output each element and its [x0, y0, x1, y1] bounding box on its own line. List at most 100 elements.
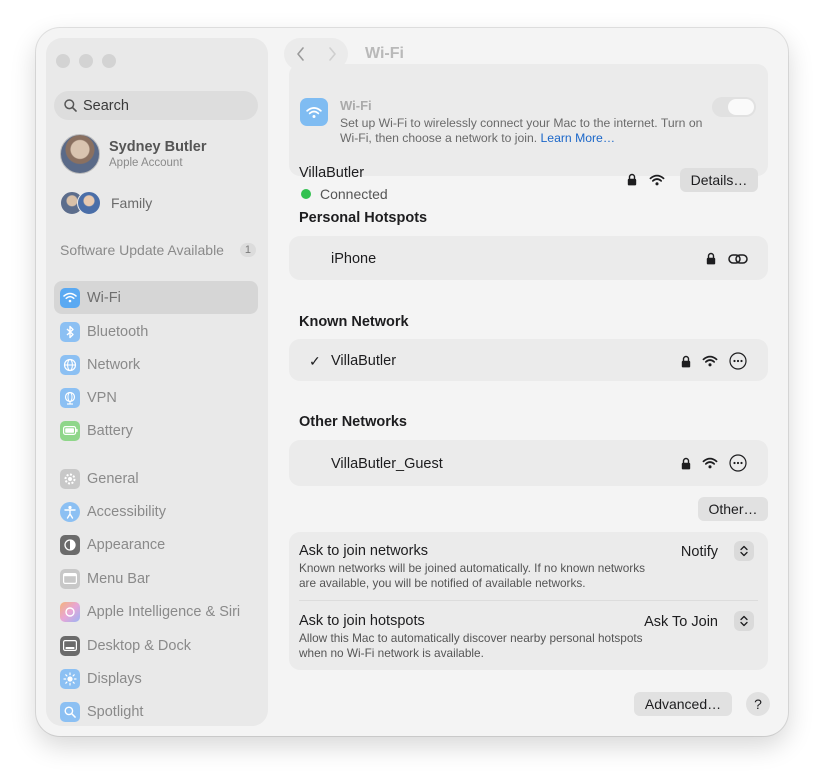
sidebar-item-network[interactable]: Network: [54, 348, 258, 381]
other-networks-title: Other Networks: [299, 414, 407, 430]
sidebar-item-label: Appearance: [87, 536, 166, 553]
sidebar-item-accessibility[interactable]: Accessibility: [54, 495, 258, 528]
vpn-globe-icon: [60, 387, 80, 408]
siri-icon: [60, 601, 80, 622]
sidebar-item-label: Wi-Fi: [87, 289, 121, 306]
back-chevron-icon[interactable]: [296, 47, 305, 61]
known-network-title: Known Network: [299, 314, 409, 330]
sidebar-item-general[interactable]: General: [54, 462, 258, 495]
gear-icon: [60, 468, 80, 489]
up-down-chevron-icon: [740, 545, 748, 557]
settings-window: Search Sydney Butler Apple Account Famil…: [36, 28, 788, 736]
wifi-signal-icon: [649, 174, 665, 185]
wifi-heading: Wi-Fi: [340, 98, 372, 113]
personal-hotspots-title: Personal Hotspots: [299, 210, 428, 226]
ask-join-networks-value[interactable]: Notify: [681, 544, 718, 560]
other-network-button[interactable]: Other…: [698, 497, 768, 521]
known-network-name: VillaButler: [331, 353, 397, 369]
software-update-badge: 1: [239, 243, 256, 257]
sidebar-item-label: Battery: [87, 422, 133, 439]
sidebar-item-label: Network: [87, 356, 141, 373]
sidebar-item-menu-bar[interactable]: Menu Bar: [54, 562, 258, 595]
ask-join-networks-stepper[interactable]: [734, 541, 754, 561]
wifi-signal-icon: [702, 355, 718, 367]
sidebar-item-desktop-dock[interactable]: Desktop & Dock: [54, 629, 258, 662]
sidebar-item-label: General: [87, 470, 139, 487]
sun-icon: [60, 668, 80, 689]
wifi-icon: [300, 98, 328, 126]
hotspot-row[interactable]: iPhone: [289, 236, 768, 280]
zoom-window-button[interactable]: [102, 54, 116, 68]
ask-join-hotspots-value[interactable]: Ask To Join: [644, 614, 718, 630]
sidebar-item-label: Accessibility: [87, 503, 166, 520]
lock-icon: [681, 457, 691, 469]
sidebar-item-displays[interactable]: Displays: [54, 662, 258, 695]
sidebar-item-label: Apple Intelligence & Siri: [87, 603, 241, 620]
connection-status-text: Connected: [320, 186, 388, 202]
account-subtitle: Apple Account: [109, 157, 183, 169]
known-network-row[interactable]: ✓ VillaButler: [289, 339, 768, 381]
dock-icon: [60, 635, 80, 656]
details-button[interactable]: Details…: [680, 168, 758, 192]
sidebar-item-spotlight[interactable]: Spotlight: [54, 695, 258, 726]
advanced-button[interactable]: Advanced…: [634, 692, 732, 716]
sidebar: Search Sydney Butler Apple Account Famil…: [46, 38, 268, 726]
avatar: [60, 134, 100, 174]
window-controls: [56, 54, 116, 68]
sidebar-item-vpn[interactable]: VPN: [54, 381, 258, 414]
sidebar-item-apple-intelligence[interactable]: Apple Intelligence & Siri: [54, 595, 258, 628]
close-window-button[interactable]: [56, 54, 70, 68]
bluetooth-icon: [60, 321, 80, 342]
search-placeholder: Search: [83, 97, 129, 114]
current-network-name: VillaButler: [299, 165, 365, 181]
menu-bar-icon: [60, 568, 80, 589]
connection-status: Connected: [301, 186, 388, 202]
join-settings-card: Ask to join networks Known networks will…: [289, 532, 768, 670]
software-update-item[interactable]: Software Update Available 1: [60, 242, 256, 258]
account-name: Sydney Butler: [109, 139, 207, 155]
battery-icon: [60, 420, 80, 441]
lock-icon: [706, 252, 716, 265]
sidebar-item-wifi[interactable]: Wi-Fi: [54, 281, 258, 314]
ask-join-hotspots-title: Ask to join hotspots: [299, 613, 425, 629]
account-item[interactable]: Sydney Butler Apple Account: [60, 134, 207, 174]
appearance-icon: [60, 534, 80, 555]
lock-icon: [627, 173, 637, 186]
software-update-label: Software Update Available: [60, 242, 224, 258]
wifi-description-text: Set up Wi-Fi to wirelessly connect your …: [340, 116, 703, 145]
known-network-icons: [681, 352, 747, 370]
hotspot-name: iPhone: [331, 251, 377, 267]
learn-more-link[interactable]: Learn More…: [541, 131, 616, 145]
main-pane: Wi-Fi Wi-Fi Set up Wi-Fi to wirelessly c…: [280, 28, 788, 736]
help-button[interactable]: ?: [746, 692, 770, 716]
magnifier-icon: [60, 701, 80, 722]
page-title: Wi-Fi: [365, 45, 404, 62]
sidebar-item-appearance[interactable]: Appearance: [54, 528, 258, 561]
hotspot-icons: [706, 252, 748, 265]
family-label: Family: [111, 195, 153, 211]
connected-dot-icon: [301, 189, 311, 199]
sidebar-item-bluetooth[interactable]: Bluetooth: [54, 315, 258, 348]
ask-join-networks-description: Known networks will be joined automatica…: [299, 561, 645, 590]
search-field[interactable]: Search: [54, 91, 258, 120]
more-options-icon[interactable]: [729, 454, 747, 472]
family-avatar: [77, 191, 101, 215]
more-options-icon[interactable]: [729, 352, 747, 370]
minimize-window-button[interactable]: [79, 54, 93, 68]
ask-join-hotspots-description: Allow this Mac to automatically discover…: [299, 631, 643, 660]
forward-chevron-icon[interactable]: [328, 47, 337, 61]
ask-join-hotspots-stepper[interactable]: [734, 611, 754, 631]
wifi-icon: [60, 287, 80, 308]
family-item[interactable]: Family: [60, 191, 152, 215]
globe-icon: [60, 354, 80, 375]
other-network-row[interactable]: VillaButler_Guest: [289, 440, 768, 486]
wifi-description: Set up Wi-Fi to wirelessly connect your …: [340, 116, 710, 146]
sidebar-item-label: Menu Bar: [87, 570, 150, 587]
sidebar-item-label: Desktop & Dock: [87, 637, 191, 654]
ask-join-networks-title: Ask to join networks: [299, 543, 428, 559]
current-network-icons: [627, 173, 665, 186]
other-network-icons: [681, 454, 747, 472]
wifi-toggle[interactable]: [712, 97, 756, 117]
sidebar-item-battery[interactable]: Battery: [54, 414, 258, 447]
sidebar-item-label: Bluetooth: [87, 323, 149, 340]
